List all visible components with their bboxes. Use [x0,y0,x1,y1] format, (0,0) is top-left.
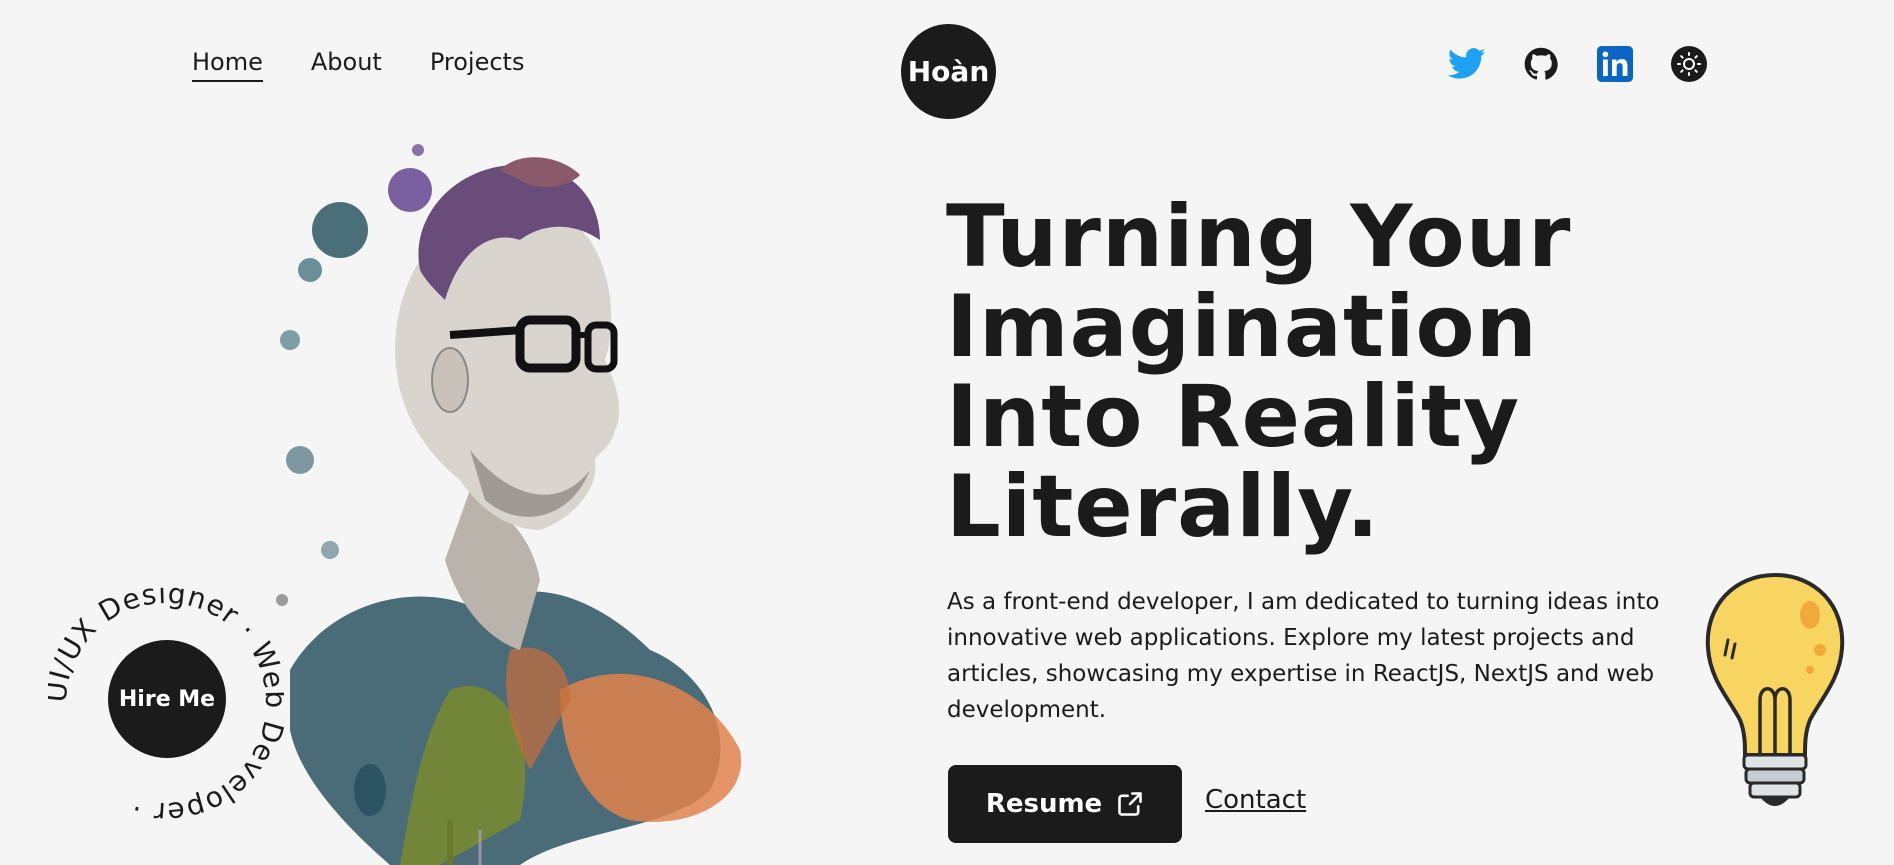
nav-about-link[interactable]: About [311,48,382,82]
main-nav: Home About Projects [192,48,524,82]
headline-line: Into Reality [946,367,1521,467]
nav-projects-link[interactable]: Projects [430,48,525,82]
hero-headline: Turning Your Imagination Into Reality Li… [946,192,1706,552]
headline-line: Literally. [946,457,1380,557]
headline-line: Turning Your [946,187,1572,287]
headline-line: Imagination [946,277,1538,377]
resume-button-label: Resume [985,789,1103,819]
linkedin-icon[interactable] [1596,45,1634,83]
social-links [1448,45,1708,83]
site-logo[interactable]: Hoàn [901,24,996,119]
theme-toggle-icon[interactable] [1670,45,1708,83]
hire-me-badge: UI/UX Designer · Web Developer · Hire Me [48,585,284,821]
github-icon[interactable] [1522,45,1560,83]
portfolio-page: Home About Projects Hoàn /UX Designer · … [0,0,1894,865]
external-link-icon [1118,792,1142,816]
twitter-icon[interactable] [1448,45,1486,83]
lightbulb-icon [1705,572,1845,806]
contact-link[interactable]: Contact [1205,785,1306,815]
nav-home-link[interactable]: Home [192,48,263,82]
hire-me-button[interactable]: Hire Me [108,640,226,758]
hero-description: As a front-end developer, I am dedicated… [947,589,1660,723]
profile-illustration [276,144,742,865]
resume-button[interactable]: Resume [948,765,1182,843]
